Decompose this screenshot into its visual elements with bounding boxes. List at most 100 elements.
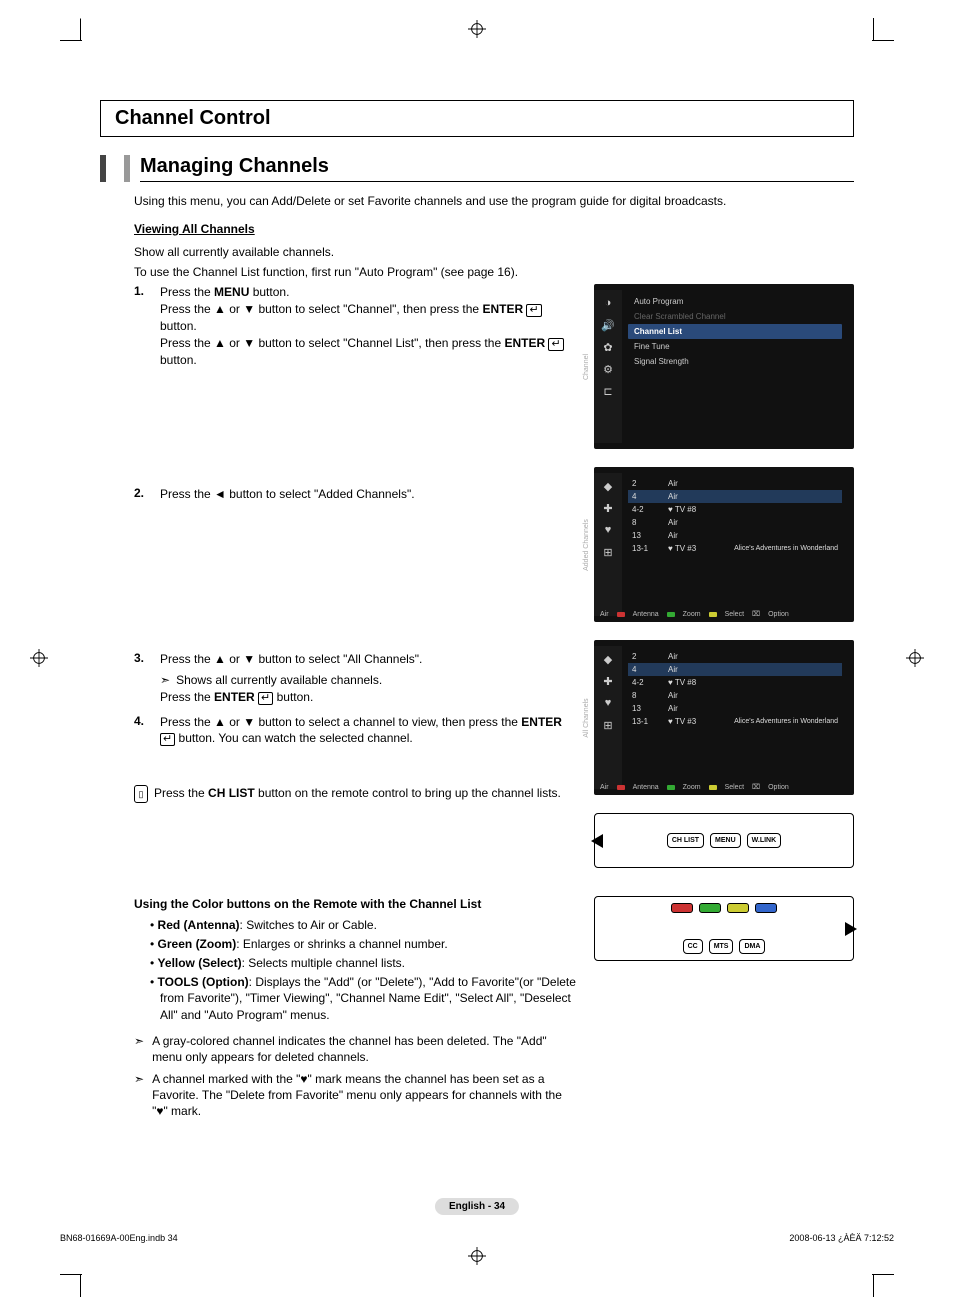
step-body: Press the ◄ button to select "Added Chan… — [160, 486, 576, 503]
page-heading: Managing Channels — [140, 155, 854, 182]
option-label: Option — [768, 784, 789, 791]
tv-menu-item: Channel List — [628, 324, 842, 339]
text: button. You can watch the selected chann… — [175, 731, 413, 745]
green-label: Zoom — [683, 611, 701, 618]
favorite-icon: ♥ — [601, 523, 615, 537]
text: button. — [249, 285, 289, 299]
red-button-icon — [671, 903, 693, 913]
label: TOOLS (Option) — [158, 975, 249, 989]
channel-row: 2Air — [628, 477, 842, 490]
enter-icon: ↵ — [526, 304, 541, 317]
channel-row: 2Air — [628, 650, 842, 663]
registration-mark-icon — [30, 649, 48, 667]
channel-row: 13Air — [628, 702, 842, 715]
step-body: Press the MENU button. Press the ▲ or ▼ … — [160, 284, 576, 368]
enter-label: ENTER — [504, 336, 545, 350]
pointer-arrow-icon — [839, 920, 857, 938]
input-icon: ⊏ — [601, 384, 615, 398]
step-body: Press the ▲ or ▼ button to select a chan… — [160, 714, 576, 748]
red-dot-icon — [617, 785, 625, 790]
color-heading: Using the Color buttons on the Remote wi… — [134, 896, 576, 912]
note-2: ➣A channel marked with the "♥" mark mean… — [134, 1071, 576, 1120]
print-footer: BN68-01669A-00Eng.indb 34 2008-06-13 ¿ÀÈ… — [60, 1233, 894, 1243]
wlink-button: W.LINK — [747, 833, 782, 848]
picture-icon: ◑ — [601, 296, 615, 310]
green-dot-icon — [667, 612, 675, 617]
tools-icon: ⌧ — [752, 610, 760, 618]
step-1: 1. Press the MENU button. Press the ▲ or… — [134, 284, 576, 368]
tv-footer: Air Antenna Zoom Select ⌧Option — [600, 610, 848, 618]
heading-bar-icon — [124, 155, 130, 182]
yellow-label: Select — [725, 611, 744, 618]
note-1: ➣A gray-colored channel indicates the ch… — [134, 1033, 576, 1065]
program-icon: ⊞ — [601, 718, 615, 732]
yellow-label: Select — [725, 784, 744, 791]
channel-row: 8Air — [628, 516, 842, 529]
step-number: 2. — [134, 486, 160, 503]
tv-screenshot-all-channels: All Channels ◆ ✚ ♥ ⊞ 2Air4Air4-2♥ TV #88… — [594, 640, 854, 795]
program-icon: ⊞ — [601, 545, 615, 559]
paragraph: Show all currently available channels. — [134, 244, 854, 260]
step-4: 4. Press the ▲ or ▼ button to select a c… — [134, 714, 576, 748]
favorite-icon: ♥ — [601, 696, 615, 710]
mode-label: Air — [600, 784, 609, 791]
bullet-green: Green (Zoom): Enlarges or shrinks a chan… — [150, 936, 576, 952]
section-title: Channel Control — [115, 107, 839, 130]
enter-icon: ↵ — [548, 338, 563, 351]
menu-label: MENU — [214, 285, 249, 299]
blue-button-icon — [755, 903, 777, 913]
hint-body: Press the CH LIST button on the remote c… — [154, 785, 576, 803]
text: Press the — [160, 285, 214, 299]
tv-menu-item: Fine Tune — [628, 339, 842, 354]
text: Press the ▲ or ▼ button to select "All C… — [160, 652, 422, 666]
bullet-red: Red (Antenna): Switches to Air or Cable. — [150, 917, 576, 933]
section-title-box: Channel Control — [100, 100, 854, 137]
step-2: 2. Press the ◄ button to select "Added C… — [134, 486, 576, 503]
enter-icon: ↵ — [160, 733, 175, 746]
sidebar-label: All Channels — [583, 698, 590, 737]
added-icon: ✚ — [601, 501, 615, 515]
setup-icon: ⚙ — [601, 362, 615, 376]
channel-row: 4-2♥ TV #8 — [628, 503, 842, 516]
text: Press the ▲ or ▼ button to select a chan… — [160, 715, 521, 729]
heading-bar-icon — [100, 155, 106, 182]
sidebar-label: Added Channels — [583, 519, 590, 571]
tv-footer: Air Antenna Zoom Select ⌧Option — [600, 783, 848, 791]
yellow-dot-icon — [709, 612, 717, 617]
enter-icon: ↵ — [258, 692, 273, 705]
step-3: 3. Press the ▲ or ▼ button to select "Al… — [134, 651, 576, 705]
pointer-arrow-icon — [591, 832, 609, 850]
sub-heading: Viewing All Channels — [134, 222, 854, 236]
green-dot-icon — [667, 785, 675, 790]
sound-icon: 🔊 — [601, 318, 615, 332]
dma-button: DMA — [739, 939, 765, 954]
yellow-dot-icon — [709, 785, 717, 790]
green-button-icon — [699, 903, 721, 913]
chlist-button: CH LIST — [667, 833, 704, 848]
channel-row: 8Air — [628, 689, 842, 702]
label: Green (Zoom) — [158, 937, 237, 951]
channel-row: 4Air — [628, 663, 842, 676]
red-label: Antenna — [633, 784, 659, 791]
registration-mark-icon — [468, 1247, 486, 1265]
print-timestamp: 2008-06-13 ¿ÀÈÄ 7:12:52 — [789, 1233, 894, 1243]
bullet-tools: TOOLS (Option): Displays the "Add" (or "… — [150, 974, 576, 1023]
registration-mark-icon — [468, 20, 486, 38]
tv-menu-item: Signal Strength — [628, 354, 842, 369]
note-arrow-icon: ➣ — [160, 672, 170, 689]
remote-hint: ▯ Press the CH LIST button on the remote… — [134, 785, 576, 803]
chlist-label: CH LIST — [208, 786, 255, 800]
text: Press the — [154, 786, 208, 800]
channel-icon: ✿ — [601, 340, 615, 354]
step-number: 1. — [134, 284, 160, 368]
step-body: Press the ▲ or ▼ button to select "All C… — [160, 651, 576, 705]
label: Red (Antenna) — [158, 918, 240, 932]
remote-diagram-1: CH LIST MENU W.LINK — [594, 813, 854, 868]
all-icon: ◆ — [601, 479, 615, 493]
paragraph: To use the Channel List function, first … — [134, 264, 854, 280]
step-number: 4. — [134, 714, 160, 748]
channel-row: 13-1♥ TV #3Alice's Adventures in Wonderl… — [628, 715, 842, 728]
text: Press the ▲ or ▼ button to select "Chann… — [160, 302, 482, 316]
tv-menu-item: Auto Program — [628, 294, 842, 309]
channel-row: 13-1♥ TV #3Alice's Adventures in Wonderl… — [628, 542, 842, 555]
